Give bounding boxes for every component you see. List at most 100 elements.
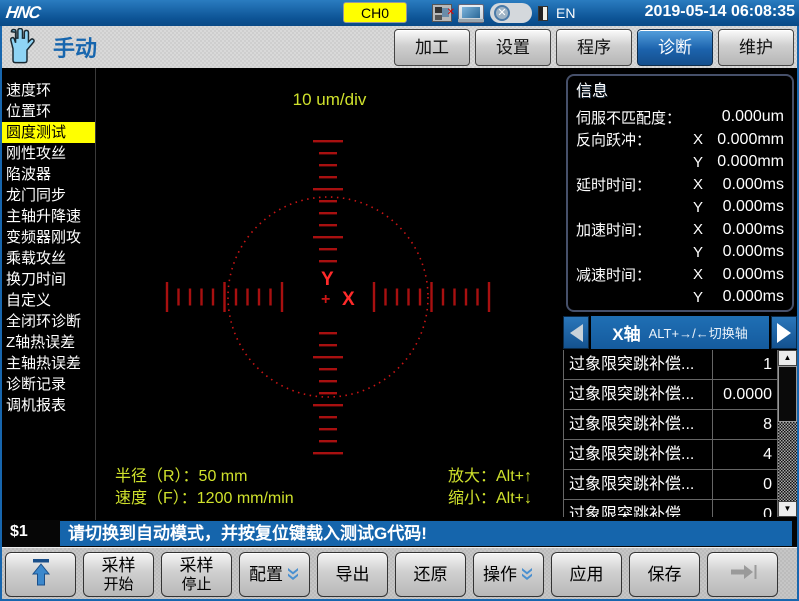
info-row: 减速时间：X0.000ms [576, 264, 784, 287]
softkey-label: 操作 [483, 565, 517, 585]
tab-2[interactable]: 设置 [475, 29, 551, 66]
softkey-采样-停止[interactable]: 采样停止 [161, 552, 232, 597]
sidebar-item-14[interactable]: 主轴热误差 [2, 353, 95, 374]
table-scrollbar[interactable]: ▲ ▼ [778, 350, 797, 517]
info-axis: X [684, 221, 712, 238]
info-value: 0.000ms [712, 266, 784, 284]
ime-icon [538, 6, 548, 21]
mode-bar: 手动 加工设置程序诊断维护 [2, 26, 797, 68]
softkey-应用[interactable]: 应用 [551, 552, 622, 597]
x-axis-tick [373, 282, 375, 312]
sidebar-item-2[interactable]: 位置环 [2, 101, 95, 122]
table-row[interactable]: 过象限突跳补偿...4 [563, 440, 778, 470]
info-axis: Y [684, 289, 712, 306]
cnc-screen: HNC CH0 ✕ ✕ EN 2019-05-14 06:08:35 手动 加工… [0, 0, 799, 601]
channel-label: $1 [10, 523, 28, 541]
sidebar-item-5[interactable]: 陷波器 [2, 164, 95, 185]
sidebar-item-16[interactable]: 调机报表 [2, 395, 95, 416]
sidebar-item-3[interactable]: 圆度测试 [2, 122, 95, 143]
param-value[interactable]: 0 [713, 470, 778, 499]
tab-5[interactable]: 维护 [718, 29, 794, 66]
x-axis-tick [384, 289, 386, 306]
param-value[interactable]: 4 [713, 440, 778, 469]
scroll-up-button[interactable]: ▲ [778, 350, 797, 366]
tab-1[interactable]: 加工 [394, 29, 470, 66]
current-axis-label: X轴 [612, 320, 640, 345]
y-axis-tick [319, 368, 337, 370]
scroll-thumb[interactable] [778, 366, 797, 422]
scroll-track[interactable] [778, 422, 797, 501]
y-axis-tick [319, 380, 337, 382]
softkey-label-row: 配置 [249, 565, 300, 585]
softkey-操作[interactable]: 操作 [473, 552, 544, 597]
softkey-bar: 采样开始采样停止配置导出还原操作应用保存 [0, 547, 799, 599]
next-page-icon [728, 562, 758, 587]
softkey-next-page[interactable] [707, 552, 778, 597]
sidebar-item-1[interactable]: 速度环 [2, 80, 95, 101]
table-row[interactable]: 过象限突跳补偿...0 [563, 470, 778, 500]
scroll-down-button[interactable]: ▼ [778, 501, 797, 517]
softkey-label: 停止 [181, 576, 211, 593]
x-axis-tick [223, 282, 225, 312]
softkey-导出[interactable]: 导出 [317, 552, 388, 597]
info-label: 反向跃冲： [576, 129, 684, 150]
param-value[interactable]: 0.0000 [713, 380, 778, 409]
sidebar-item-4[interactable]: 刚性攻丝 [2, 143, 95, 164]
sidebar-item-13[interactable]: Z轴热误差 [2, 332, 95, 353]
softkey-配置[interactable]: 配置 [239, 552, 310, 597]
param-value[interactable]: 8 [713, 410, 778, 439]
softkey-采样-开始[interactable]: 采样开始 [83, 552, 154, 597]
tab-4[interactable]: 诊断 [637, 29, 713, 66]
softkey-label: 采样 [102, 556, 136, 576]
sidebar-item-7[interactable]: 主轴升降速 [2, 206, 95, 227]
sidebar-item-11[interactable]: 自定义 [2, 290, 95, 311]
sidebar-item-12[interactable]: 全闭环诊断 [2, 311, 95, 332]
axis-switch-hint: ALT+→/←切换轴 [649, 323, 748, 342]
sidebar-item-15[interactable]: 诊断记录 [2, 374, 95, 395]
y-axis-tick [319, 212, 337, 214]
param-name: 过象限突跳补偿... [563, 470, 713, 499]
info-rows: 伺服不匹配度：0.000um反向跃冲：X0.000mmY0.000mm延时时间：… [576, 106, 784, 309]
x-axis-tick [465, 289, 467, 306]
x-axis-tick [212, 289, 214, 306]
table-row[interactable]: 过象限突跳补偿...8 [563, 410, 778, 440]
top-status-bar: HNC CH0 ✕ ✕ EN 2019-05-14 06:08:35 [0, 0, 799, 26]
param-value[interactable]: 1 [713, 350, 778, 379]
y-axis-tick [319, 392, 337, 394]
info-value: 0.000um [712, 108, 784, 126]
x-axis-tick [407, 289, 409, 306]
softkey-label: 还原 [414, 565, 448, 585]
softkey-还原[interactable]: 还原 [395, 552, 466, 597]
y-axis-tick [319, 164, 337, 166]
y-axis-tick [319, 260, 337, 262]
softkey-jump-top[interactable] [5, 552, 76, 597]
sidebar-item-9[interactable]: 乘载攻丝 [2, 248, 95, 269]
next-axis-button[interactable] [771, 316, 797, 349]
info-row: Y0.000ms [576, 196, 784, 219]
zoom-in-hint: 放大：Alt+↑ [448, 466, 532, 488]
x-axis-tick [281, 282, 283, 312]
param-value[interactable]: 0 [713, 500, 778, 517]
remote-pc-icon [458, 4, 484, 23]
table-row[interactable]: 过象限突跳补偿...0.0000 [563, 380, 778, 410]
softkey-保存[interactable]: 保存 [629, 552, 700, 597]
sidebar-item-6[interactable]: 龙门同步 [2, 185, 95, 206]
axis-switcher: X轴 ALT+→/←切换轴 [563, 316, 797, 349]
status-message: 请切换到自动模式，并按复位键载入测试G代码! [60, 521, 792, 546]
y-axis-tick [319, 440, 337, 442]
circularity-plot: YX+ [96, 68, 563, 520]
table-row[interactable]: 过象限突跳补偿...0 [563, 500, 778, 517]
softkey-label: 配置 [249, 565, 283, 585]
x-axis-tick [488, 282, 490, 312]
hand-icon [7, 28, 39, 66]
x-axis-label: X [342, 289, 355, 310]
x-axis-tick [166, 282, 168, 312]
prev-axis-button[interactable] [563, 316, 589, 349]
table-row[interactable]: 过象限突跳补偿...1 [563, 350, 778, 380]
tab-3[interactable]: 程序 [556, 29, 632, 66]
sidebar-item-8[interactable]: 变频器刚攻 [2, 227, 95, 248]
sidebar-item-10[interactable]: 换刀时间 [2, 269, 95, 290]
language-indicator: EN [556, 5, 575, 21]
y-axis-tick [319, 152, 337, 154]
system-tray: ✕ ✕ EN [432, 2, 575, 24]
